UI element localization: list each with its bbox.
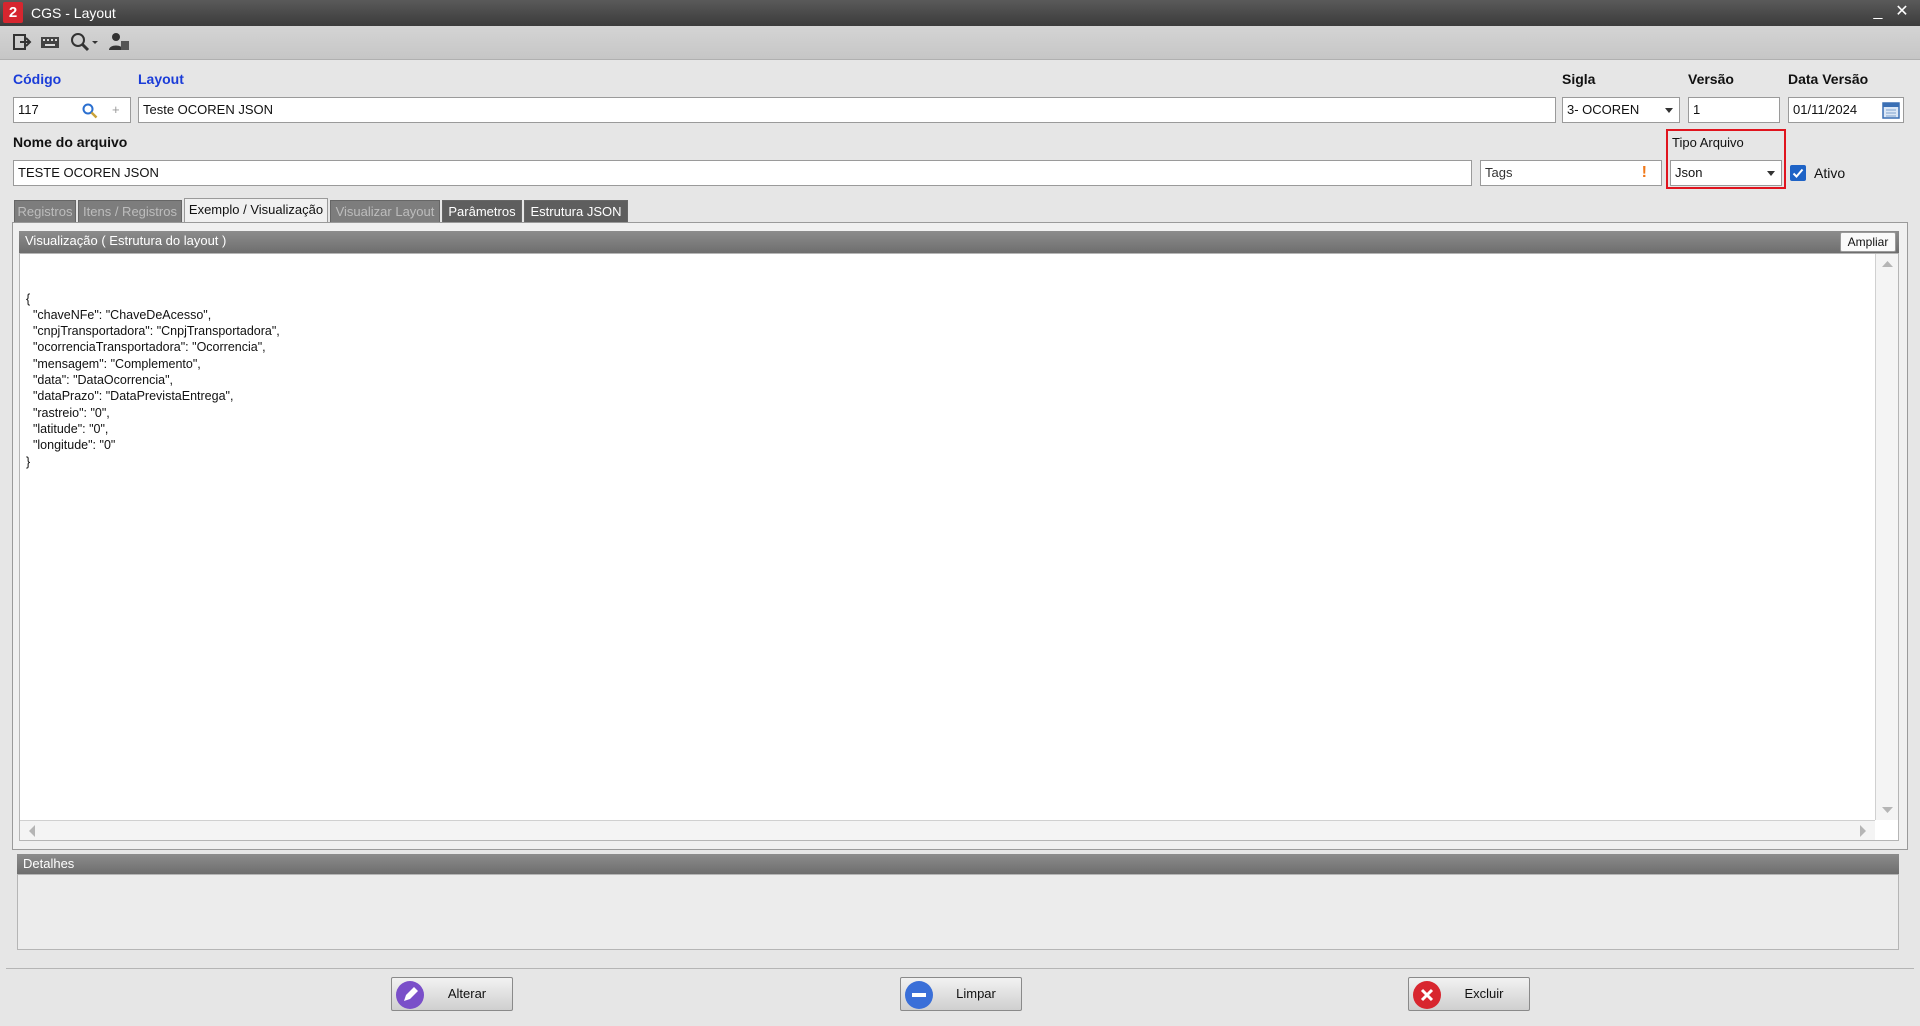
- ativo-label: Ativo: [1814, 165, 1846, 181]
- tab-itens-registros[interactable]: Itens / Registros: [78, 200, 182, 222]
- exit-icon[interactable]: [12, 32, 32, 54]
- detalhes-header: Detalhes: [17, 854, 1899, 874]
- window-title: CGS - Layout: [31, 5, 116, 21]
- layout-label: Layout: [138, 71, 184, 87]
- data-versao-label: Data Versão: [1788, 71, 1869, 87]
- json-preview-text: { "chaveNFe": "ChaveDeAcesso", "cnpjTran…: [26, 291, 280, 469]
- user-icon[interactable]: [108, 32, 130, 54]
- check-icon: [1792, 168, 1804, 178]
- window-title-bar: 2 CGS - Layout _ ✕: [0, 0, 1920, 26]
- alterar-button[interactable]: Alterar: [391, 977, 513, 1011]
- search-icon[interactable]: [70, 32, 100, 54]
- chevron-down-icon: [1767, 171, 1775, 176]
- versao-field[interactable]: 1: [1688, 97, 1780, 123]
- minimize-icon[interactable]: _: [1868, 2, 1888, 22]
- excluir-label: Excluir: [1464, 986, 1504, 1001]
- tipo-arquivo-select[interactable]: Json: [1670, 160, 1782, 186]
- ampliar-button[interactable]: Ampliar: [1840, 232, 1896, 252]
- detalhes-title: Detalhes: [23, 856, 75, 871]
- close-icon[interactable]: ✕: [1892, 2, 1912, 22]
- versao-label: Versão: [1688, 71, 1734, 87]
- sigla-label: Sigla: [1562, 71, 1596, 87]
- vertical-scrollbar[interactable]: [1875, 254, 1898, 820]
- nome-arquivo-field[interactable]: TESTE OCOREN JSON: [13, 160, 1472, 186]
- calendar-icon[interactable]: [1882, 101, 1900, 127]
- preview-header: Visualização ( Estrutura do layout ): [19, 231, 1899, 253]
- ativo-checkbox[interactable]: [1790, 165, 1806, 181]
- tab-visualizar-layout[interactable]: Visualizar Layout: [330, 200, 440, 222]
- alterar-label: Alterar: [447, 986, 487, 1001]
- minus-icon: [905, 981, 933, 1009]
- detalhes-panel: [17, 874, 1899, 950]
- alert-icon: !: [1641, 164, 1647, 181]
- scroll-down-icon[interactable]: [1876, 802, 1899, 818]
- nome-arquivo-value: TESTE OCOREN JSON: [18, 165, 159, 180]
- layout-field[interactable]: Teste OCOREN JSON: [138, 97, 1556, 123]
- tab-estrutura-json[interactable]: Estrutura JSON: [524, 200, 628, 222]
- app-logo-icon: 2: [3, 2, 23, 23]
- tags-field[interactable]: Tags !: [1480, 160, 1662, 186]
- keyboard-icon[interactable]: [40, 32, 62, 54]
- codigo-add-icon[interactable]: +: [112, 98, 120, 122]
- excluir-button[interactable]: Excluir: [1408, 977, 1530, 1011]
- tab-parametros[interactable]: Parâmetros: [442, 200, 522, 222]
- tipo-arquivo-value: Json: [1675, 165, 1703, 180]
- limpar-button[interactable]: Limpar: [900, 977, 1022, 1011]
- json-preview-editor[interactable]: { "chaveNFe": "ChaveDeAcesso", "cnpjTran…: [19, 253, 1899, 841]
- horizontal-scrollbar[interactable]: [20, 820, 1875, 840]
- chevron-down-icon: [1665, 108, 1673, 113]
- edit-icon: [396, 981, 424, 1009]
- tipo-arquivo-label: Tipo Arquivo: [1672, 135, 1744, 150]
- nome-arquivo-label: Nome do arquivo: [13, 134, 128, 150]
- versao-value: 1: [1693, 102, 1701, 117]
- footer-divider: [6, 968, 1914, 969]
- layout-value: Teste OCOREN JSON: [143, 102, 274, 117]
- codigo-search-icon[interactable]: [82, 98, 98, 122]
- data-versao-field[interactable]: 01/11/2024: [1788, 97, 1904, 123]
- tab-registros[interactable]: Registros: [14, 200, 76, 222]
- delete-icon: [1413, 981, 1441, 1009]
- tags-value: Tags: [1485, 165, 1513, 180]
- preview-title: Visualização ( Estrutura do layout ): [25, 233, 227, 248]
- codigo-value: 117: [18, 102, 39, 117]
- sigla-select[interactable]: 3- OCOREN: [1562, 97, 1680, 123]
- tab-exemplo-visualizacao[interactable]: Exemplo / Visualização: [184, 198, 328, 222]
- codigo-label: Código: [13, 71, 62, 87]
- limpar-label: Limpar: [956, 986, 996, 1001]
- codigo-field[interactable]: 117 +: [13, 97, 131, 123]
- scroll-up-icon[interactable]: [1876, 256, 1899, 272]
- scroll-left-icon[interactable]: [24, 821, 40, 841]
- toolbar: [0, 26, 1920, 60]
- sigla-value: 3- OCOREN: [1567, 102, 1640, 117]
- scroll-right-icon[interactable]: [1855, 821, 1871, 841]
- data-versao-value: 01/11/2024: [1793, 102, 1858, 117]
